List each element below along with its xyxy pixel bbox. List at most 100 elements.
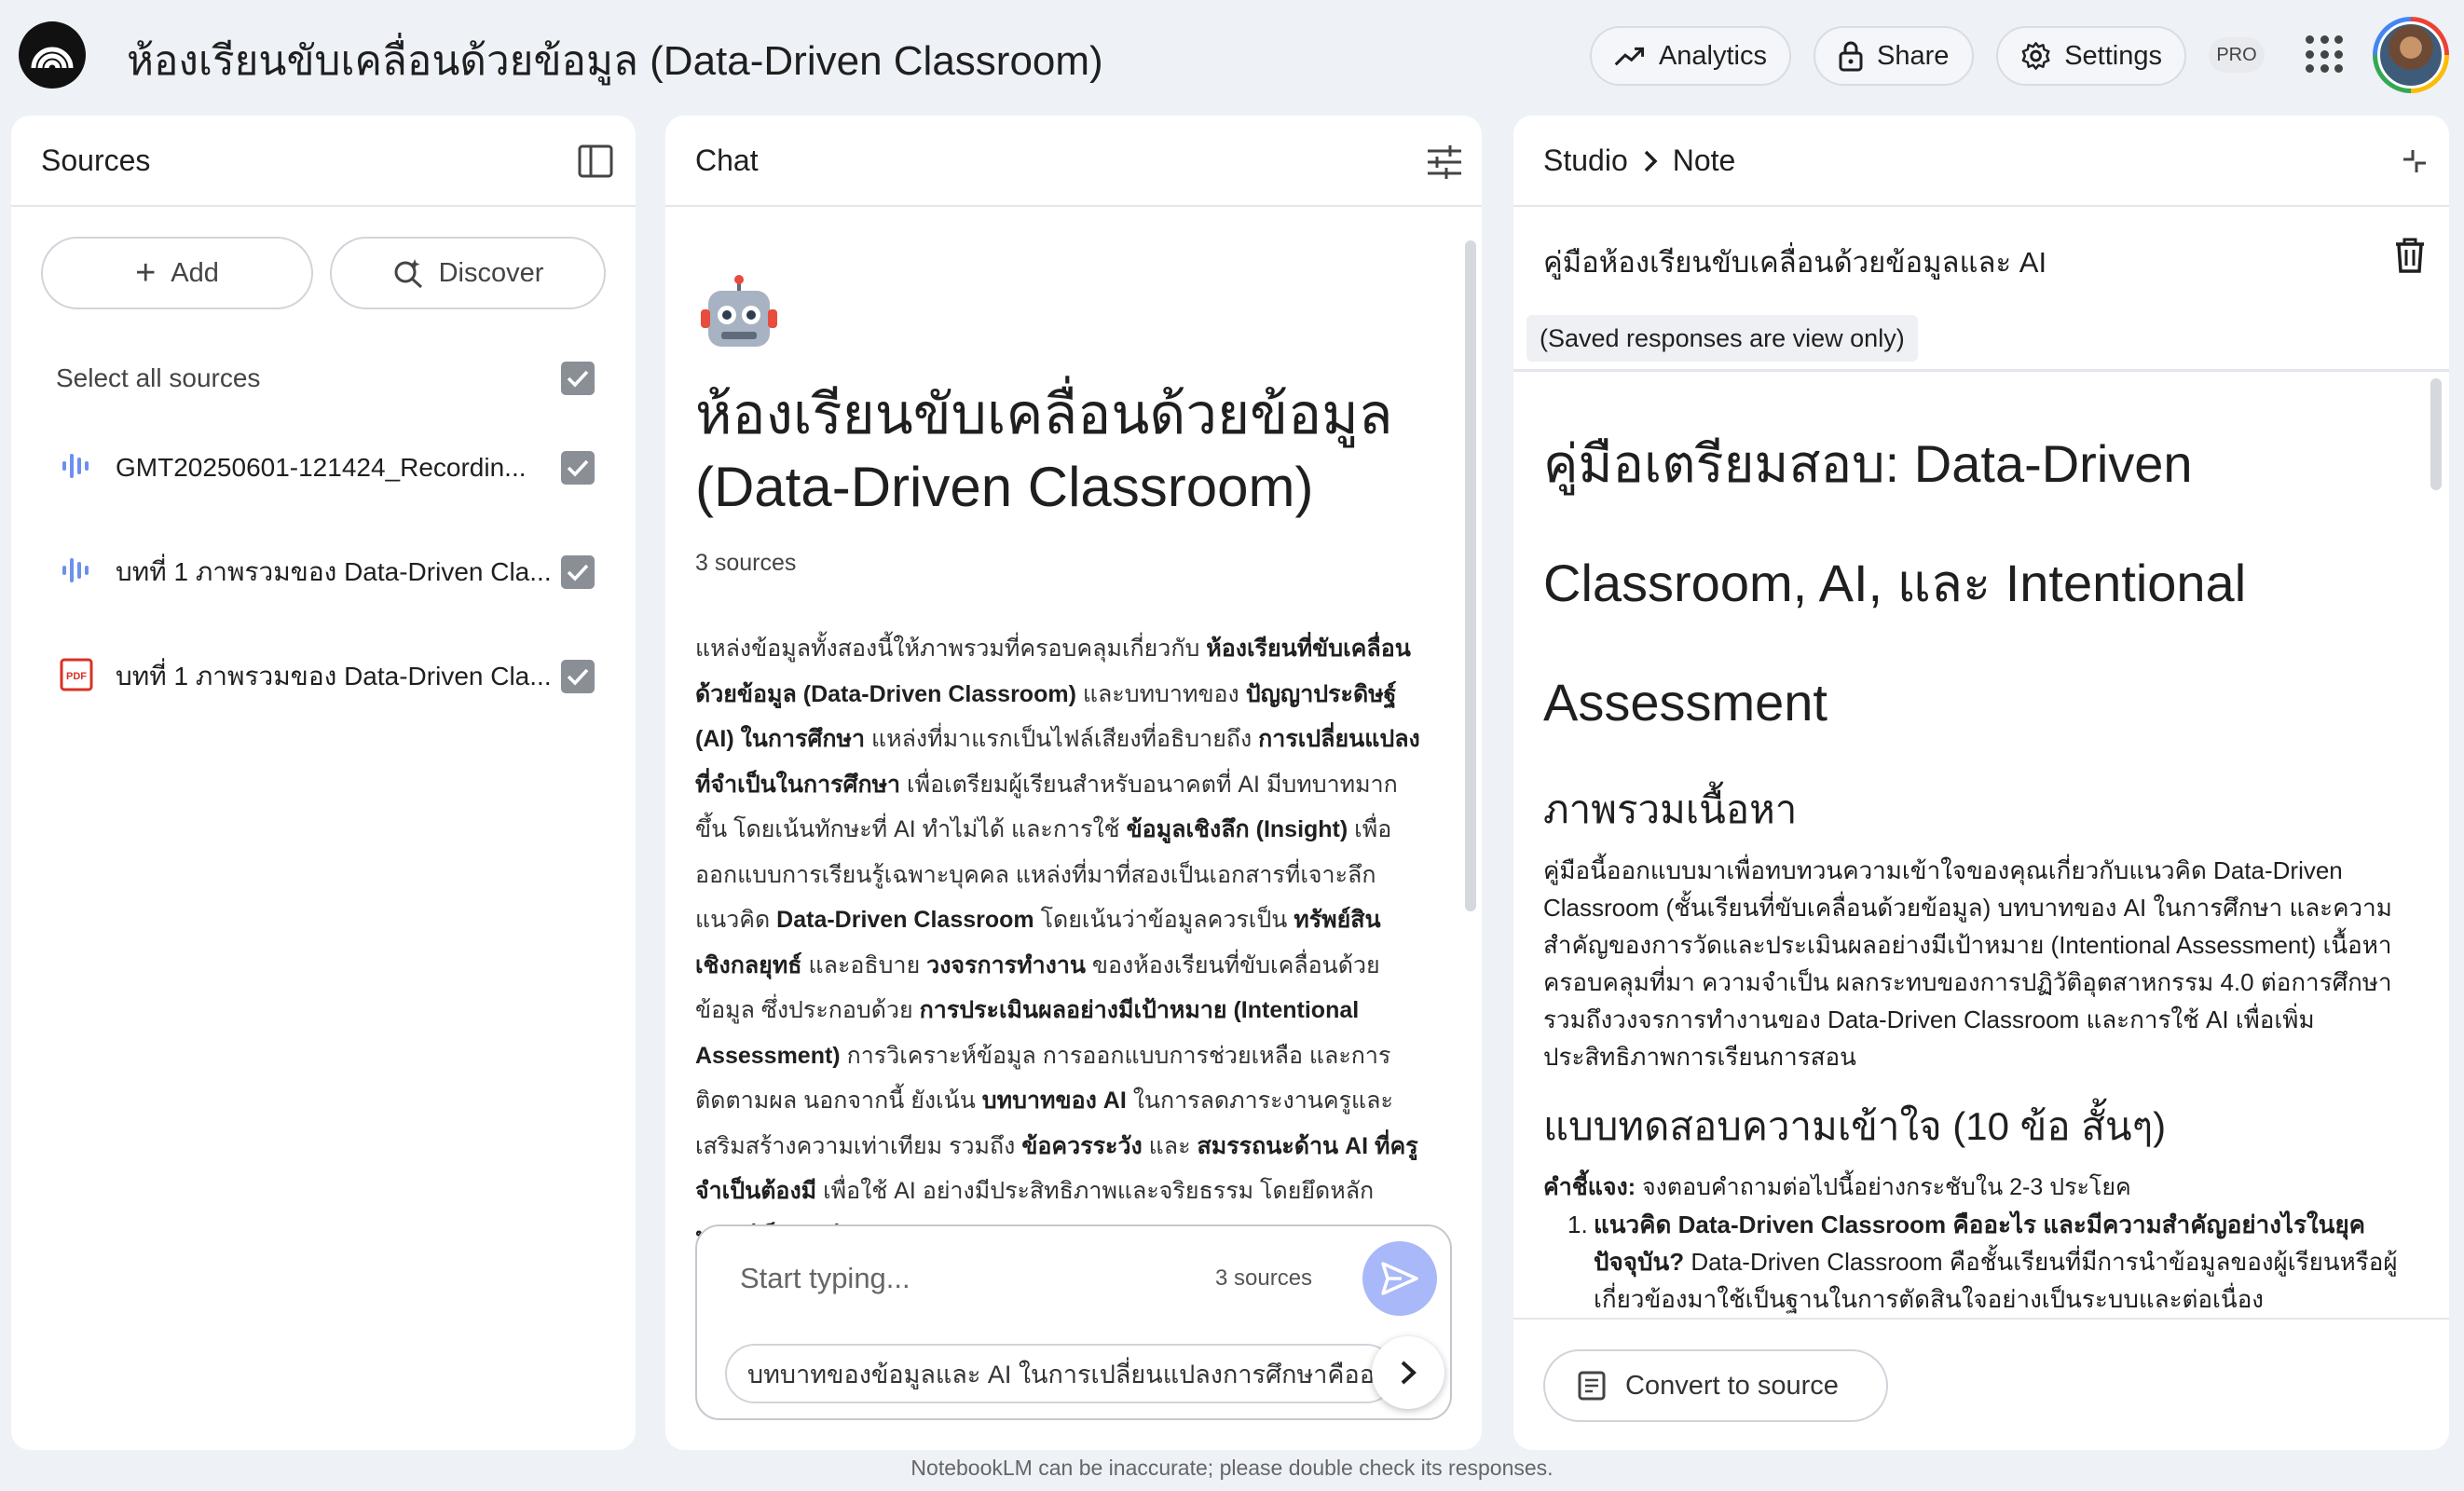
collapse-panel-icon[interactable] [576, 142, 615, 181]
source-count: 3 sources [695, 550, 797, 576]
discover-button[interactable]: Discover [330, 237, 606, 309]
summary-highlight: วงจรการทำงาน [926, 951, 1086, 978]
suggested-question-chip[interactable]: บทบาทของข้อมูลและ AI ในการเปลี่ยนแปลงการ… [725, 1344, 1396, 1403]
top-bar: ห้องเรียนขับเคลื่อนด้วยข้อมูล (Data-Driv… [0, 0, 2464, 110]
sources-header: Sources [11, 116, 636, 207]
summary-text: แหล่งที่มาแรกเป็นไฟล์เสียงที่อธิบายถึง [865, 726, 1259, 752]
summary-highlight: Data-Driven Classroom [776, 907, 1034, 933]
source-label: บทที่ 1 ภาพรวมของ Data-Driven Cla... [116, 662, 552, 691]
summary-highlight: ข้อควรระวัง [1021, 1132, 1143, 1159]
q1-answer: Data-Driven Classroom คือชั้นเรียนที่มีก… [1594, 1248, 2398, 1313]
svg-text:PDF: PDF [66, 671, 87, 682]
send-icon [1381, 1262, 1418, 1295]
studio-panel: Studio Note คู่มือห้องเรียนขับเคลื่อนด้ว… [1513, 116, 2449, 1450]
disclaimer: NotebookLM can be inaccurate; please dou… [910, 1456, 1554, 1480]
summary-highlight: บทบาทของ AI [981, 1087, 1127, 1114]
select-all-checkbox[interactable] [561, 362, 595, 395]
instruction-text: จงตอบคำถามต่อไปนี้อย่างกระชับใน 2-3 ประโ… [1636, 1174, 2131, 1200]
select-all-label: Select all sources [56, 363, 261, 392]
quiz-question-1: 1. แนวคิด Data-Driven Classroom คืออะไร … [1567, 1206, 2414, 1316]
apps-grid-icon[interactable] [2306, 35, 2345, 75]
source-item[interactable]: GMT20250601-121424_Recordin... [11, 440, 636, 496]
note-heading: คู่มือเตรียมสอบ: Data-Driven Classroom, … [1543, 434, 2247, 732]
discover-search-icon [394, 259, 422, 289]
analytics-button[interactable]: Analytics [1590, 26, 1791, 86]
summary-text: และ [1142, 1132, 1198, 1159]
summary-highlight: ข้อมูลเชิงลึก (Insight) [1126, 816, 1348, 842]
chat-options-icon[interactable] [1424, 142, 1465, 183]
trash-icon [2396, 238, 2424, 273]
suggested-question-text: บทบาทของข้อมูลและ AI ในการเปลี่ยนแปลงการ… [747, 1360, 1396, 1388]
gear-icon [2021, 42, 2050, 70]
sources-title: Sources [41, 144, 151, 177]
next-suggestion-button[interactable] [1372, 1336, 1444, 1409]
lock-icon [1839, 41, 1863, 72]
analytics-label: Analytics [1658, 40, 1767, 71]
trending-up-icon [1614, 47, 1645, 66]
pro-badge: PRO [2209, 37, 2265, 73]
discover-label: Discover [438, 257, 544, 288]
summary-text: แหล่งข้อมูลทั้งสองนี้ให้ภาพรวมที่ครอบคลุ… [695, 636, 1207, 662]
summary-text: โดยเน้นว่าข้อมูลควรเป็น [1034, 907, 1294, 933]
select-all-row[interactable]: Select all sources [11, 350, 636, 406]
source-checkbox[interactable] [561, 555, 595, 589]
section-body-overview: คู่มือนี้ออกแบบมาเพื่อทบทวนความเข้าใจของ… [1543, 856, 2392, 1071]
chevron-right-icon [1644, 150, 1658, 171]
breadcrumb: Studio Note [1543, 144, 1735, 178]
pdf-icon: PDF [60, 658, 93, 696]
robot-emoji-icon [697, 274, 781, 358]
add-label: Add [171, 257, 219, 288]
studio-header: Studio Note [1513, 116, 2449, 207]
notebook-summary: แหล่งข้อมูลทั้งสองนี้ให้ภาพรวมที่ครอบคลุ… [695, 626, 1422, 1259]
divider [1513, 1318, 2449, 1320]
instruction-label: คำชี้แจง: [1543, 1174, 1636, 1200]
chat-panel: Chat ห้องเรียนขับเคลื่อนด้วยข้อมูล (Data… [665, 116, 1482, 1450]
source-label: GMT20250601-121424_Recordin... [116, 453, 527, 482]
share-label: Share [1877, 40, 1950, 71]
sources-panel: Sources + Add Discover Select all source… [11, 116, 636, 1450]
notebook-heading: ห้องเรียนขับเคลื่อนด้วยข้อมูล (Data-Driv… [695, 383, 1393, 518]
account-avatar[interactable] [2373, 17, 2449, 93]
chat-input-placeholder[interactable]: Start typing... [740, 1262, 910, 1295]
notebook-title[interactable]: ห้องเรียนขับเคลื่อนด้วยข้อมูล (Data-Driv… [127, 28, 1103, 93]
convert-label: Convert to source [1625, 1370, 1839, 1401]
chat-input-box[interactable]: Start typing... 3 sources บทบาทของข้อมูล… [695, 1224, 1452, 1420]
add-source-button[interactable]: + Add [41, 237, 313, 309]
input-source-count: 3 sources [1215, 1265, 1313, 1291]
source-item[interactable]: PDF บทที่ 1 ภาพรวมของ Data-Driven Cla... [11, 649, 636, 704]
delete-note-button[interactable] [2389, 235, 2430, 276]
settings-label: Settings [2064, 40, 2162, 71]
summary-text: เพื่อใช้ AI อย่างมีประสิทธิภาพและจริยธรร… [816, 1178, 1375, 1204]
q1-number: 1. [1567, 1211, 1588, 1238]
note-content: คู่มือเตรียมสอบ: Data-Driven Classroom, … [1513, 373, 2449, 1316]
audio-icon [60, 554, 91, 591]
collapse-icon[interactable] [2397, 144, 2432, 179]
source-item[interactable]: บทที่ 1 ภาพรวมของ Data-Driven Cla... [11, 544, 636, 600]
source-checkbox[interactable] [561, 451, 595, 485]
section-title-overview: ภาพรวมเนื้อหา [1543, 787, 1798, 831]
document-convert-icon [1578, 1371, 1606, 1401]
note-scrollbar[interactable] [2430, 378, 2442, 490]
source-label: บทที่ 1 ภาพรวมของ Data-Driven Cla... [116, 557, 552, 586]
plus-icon: + [135, 253, 157, 293]
send-button[interactable] [1362, 1241, 1437, 1316]
audio-icon [60, 450, 91, 486]
convert-to-source-button[interactable]: Convert to source [1543, 1349, 1888, 1422]
source-checkbox[interactable] [561, 660, 595, 693]
section-title-quiz: แบบทดสอบความเข้าใจ (10 ข้อ สั้นๆ) [1543, 1104, 2167, 1148]
settings-button[interactable]: Settings [1996, 26, 2186, 86]
summary-text: และอธิบาย [801, 951, 927, 978]
share-button[interactable]: Share [1814, 26, 1974, 86]
breadcrumb-studio[interactable]: Studio [1543, 144, 1628, 178]
divider [1513, 369, 2449, 372]
chat-header: Chat [665, 116, 1482, 207]
notebooklm-logo-icon[interactable] [19, 21, 86, 89]
view-only-notice: (Saved responses are view only) [1526, 315, 1918, 362]
chat-title: Chat [695, 144, 759, 177]
summary-text: และบทบาทของ [1075, 680, 1246, 707]
quiz-instruction: คำชี้แจง: จงตอบคำถามต่อไปนี้อย่างกระชับใ… [1543, 1169, 2419, 1206]
chevron-right-icon [1401, 1361, 1417, 1385]
breadcrumb-note: Note [1672, 144, 1736, 177]
note-title: คู่มือห้องเรียนขับเคลื่อนด้วยข้อมูลและ A… [1543, 246, 2047, 279]
chat-scrollbar[interactable] [1465, 240, 1476, 911]
